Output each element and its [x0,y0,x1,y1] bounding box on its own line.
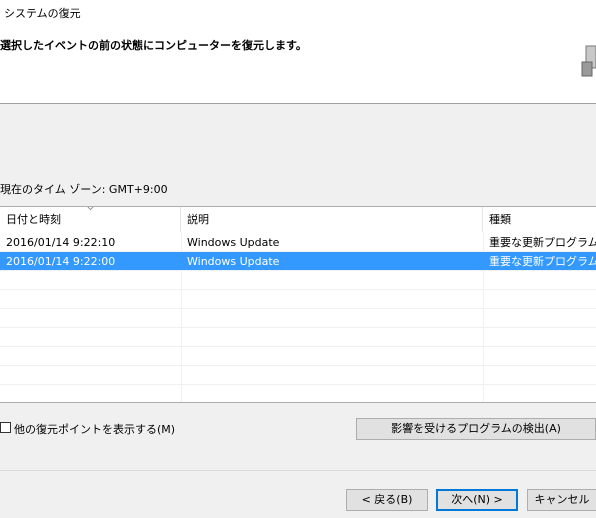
next-button[interactable]: 次へ(N) > [436,489,518,511]
column-header-description-label: 説明 [187,213,209,226]
header-divider [0,103,596,104]
restore-point-table[interactable]: 日付と時刻 説明 種類 2016/01/14 9:22:10 Windows U… [0,206,596,403]
empty-row [0,271,596,290]
show-more-label: 他の復元ポイントを表示する(M) [14,423,176,436]
empty-row [0,328,596,347]
column-header-type-label: 種類 [489,213,511,226]
window-title: システムの復元 [4,7,81,20]
row-type: 重要な更新プログラム [489,236,596,249]
empty-row [0,385,596,402]
header-panel: 選択したイベントの前の状態にコンピューターを復元します。 [0,28,596,104]
empty-row [0,309,596,328]
back-button[interactable]: < 戻る(B) [346,489,428,511]
table-header: 日付と時刻 説明 種類 [0,207,596,232]
timezone-label: 現在のタイム ゾーン: GMT+9:00 [0,183,168,196]
column-header-description[interactable]: 説明 [181,207,483,232]
row-date: 2016/01/14 9:22:10 [6,236,116,249]
footer-divider [0,470,596,471]
show-more-checkbox[interactable] [0,422,11,433]
table-row-selected[interactable]: 2016/01/14 9:22:00 Windows Update 重要な更新プ… [0,252,596,271]
empty-row [0,366,596,385]
column-header-date[interactable]: 日付と時刻 [0,207,181,232]
scan-affected-programs-button[interactable]: 影響を受けるプログラムの検出(A) [356,418,596,440]
column-header-type[interactable]: 種類 [483,207,596,232]
empty-row [0,290,596,309]
system-restore-icon [581,45,596,77]
cancel-button[interactable]: キャンセル [527,489,596,511]
row-description: Windows Update [187,255,280,268]
sort-chevron-icon [87,207,94,211]
instruction-text: 選択したイベントの前の状態にコンピューターを復元します。 [0,39,307,52]
row-type: 重要な更新プログラム [489,255,596,268]
row-description: Windows Update [187,236,280,249]
empty-row [0,347,596,366]
table-row[interactable]: 2016/01/14 9:22:10 Windows Update 重要な更新プ… [0,233,596,252]
row-date: 2016/01/14 9:22:00 [6,255,116,268]
title-bar: システムの復元 [0,0,596,28]
column-header-date-label: 日付と時刻 [6,213,61,226]
